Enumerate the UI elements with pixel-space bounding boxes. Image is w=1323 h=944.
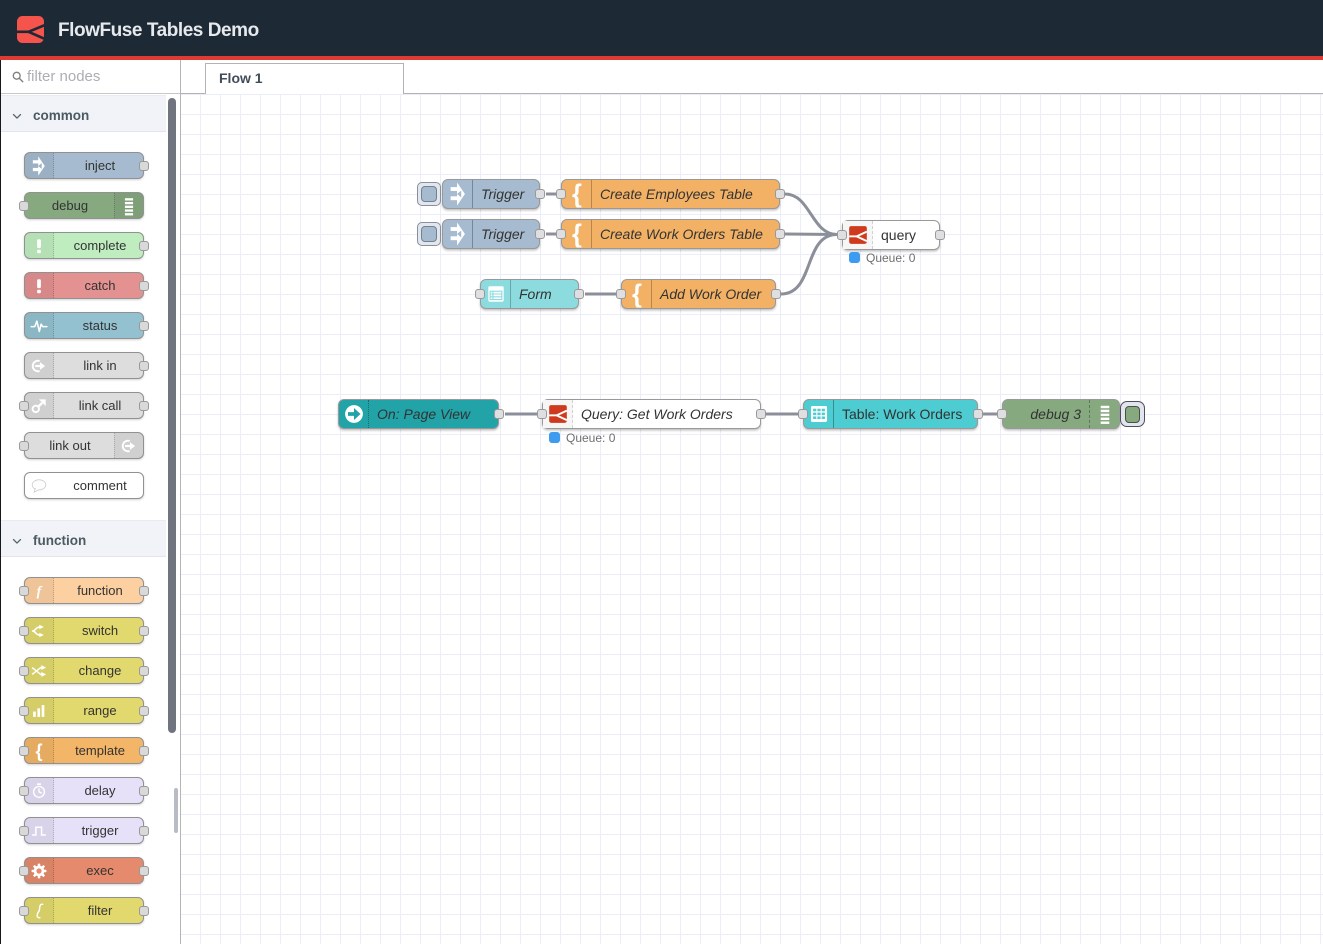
svg-text:{: {	[572, 221, 582, 248]
svg-text:{: {	[572, 181, 582, 208]
svg-text:{: {	[35, 741, 42, 761]
svg-text:{: {	[632, 281, 642, 308]
svg-text:f: f	[37, 584, 43, 599]
